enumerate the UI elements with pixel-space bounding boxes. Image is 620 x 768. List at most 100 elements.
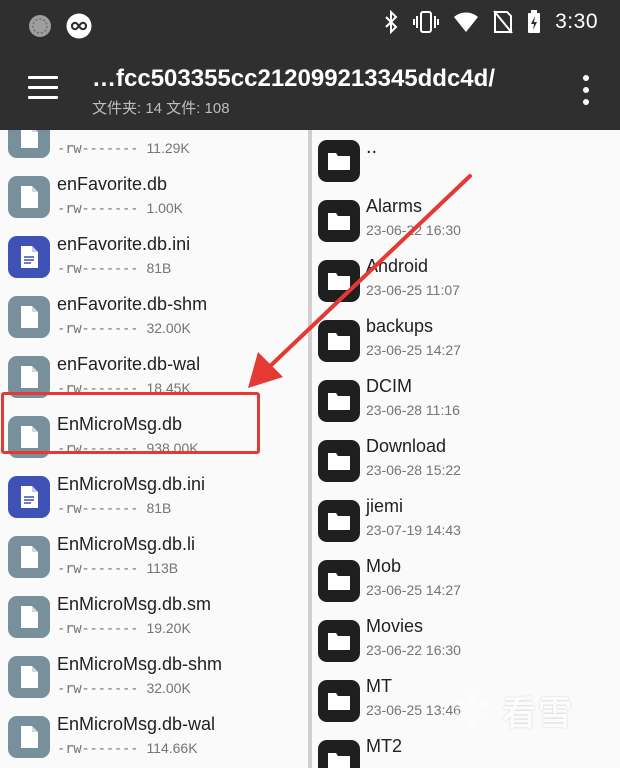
folder-name: Android	[366, 256, 429, 276]
list-item[interactable]: EnMicroMsg.db.ini -rw------- 81B	[0, 468, 308, 528]
folder-date: 23-06-25 14:27	[366, 582, 461, 598]
menu-icon[interactable]	[28, 76, 58, 100]
folder-item[interactable]: MT2	[312, 732, 620, 768]
folder-name: DCIM	[366, 376, 412, 396]
file-name: enFavorite.db	[57, 174, 168, 194]
folder-item[interactable]: jiemi 23-07-19 14:43	[312, 492, 620, 552]
file-name: enFavorite.db-wal	[57, 354, 201, 374]
folder-date: 23-06-28 11:16	[366, 402, 460, 418]
file-name: EnMicroMsg.db	[57, 414, 183, 434]
list-item-selected[interactable]: EnMicroMsg.db -rw------- 938.00K	[0, 408, 308, 468]
file-meta: -rw------- 81B	[57, 500, 172, 517]
folder-item[interactable]: DCIM 23-06-28 11:16	[312, 372, 620, 432]
more-options-icon[interactable]	[582, 75, 590, 105]
folder-date: 23-06-25 14:27	[366, 342, 461, 358]
folder-date: 23-06-22 16:30	[366, 642, 461, 658]
folder-icon	[318, 560, 360, 602]
file-name: EnMicroMsg.db.li	[57, 534, 196, 554]
folder-name: MT	[366, 676, 392, 696]
file-icon	[8, 296, 50, 338]
file-meta: -rw------- 81B	[57, 260, 172, 277]
folder-name: ..	[366, 136, 378, 158]
status-clock: 3:30	[555, 10, 598, 33]
file-icon	[8, 596, 50, 638]
file-icon	[8, 536, 50, 578]
file-name: enFavorite.db-shm	[57, 294, 208, 314]
battery-charging-icon	[528, 10, 541, 33]
folder-icon	[318, 380, 360, 422]
left-file-panel[interactable]: -rw------- 11.29K enFavorite.db -rw-----…	[0, 130, 308, 768]
folder-item[interactable]: Android 23-06-25 11:07	[312, 252, 620, 312]
file-meta: -rw------- 938.00K	[57, 440, 199, 457]
folder-icon	[318, 500, 360, 542]
list-item[interactable]: enFavorite.db.ini -rw------- 81B	[0, 228, 308, 288]
folder-icon	[318, 320, 360, 362]
folder-name: Mob	[366, 556, 402, 576]
folder-item[interactable]: backups 23-06-25 14:27	[312, 312, 620, 372]
file-icon	[8, 356, 50, 398]
folder-name: MT2	[366, 736, 402, 756]
app-bar: …fcc503355cc212099213345ddc4d/ 文件夹: 14 文…	[0, 52, 620, 130]
list-item[interactable]: -rw------- 11.29K	[0, 130, 308, 168]
file-name: EnMicroMsg.db.sm	[57, 594, 212, 614]
file-icon	[8, 130, 50, 158]
folder-item[interactable]: Mob 23-06-25 14:27	[312, 552, 620, 612]
list-item[interactable]: EnMicroMsg.db-wal -rw------- 114.66K	[0, 708, 308, 768]
file-icon	[8, 416, 50, 458]
bluetooth-icon	[385, 10, 398, 34]
file-icon	[8, 716, 50, 758]
folder-name: Movies	[366, 616, 424, 636]
folder-icon	[318, 620, 360, 662]
folder-icon	[318, 680, 360, 722]
folder-date: 23-07-19 14:43	[366, 522, 461, 538]
file-name: EnMicroMsg.db-shm	[57, 654, 223, 674]
text-file-icon	[8, 476, 50, 518]
folder-item[interactable]: Alarms 23-06-22 16:30	[312, 192, 620, 252]
list-item[interactable]: enFavorite.db-wal -rw------- 18.45K	[0, 348, 308, 408]
file-name: enFavorite.db.ini	[57, 234, 191, 254]
folder-item[interactable]: Download 23-06-28 15:22	[312, 432, 620, 492]
folder-icon	[318, 260, 360, 302]
folder-icon	[318, 740, 360, 768]
folder-name: backups	[366, 316, 434, 336]
file-meta: -rw------- 11.29K	[57, 140, 190, 157]
folder-icon	[318, 440, 360, 482]
folder-icon	[318, 200, 360, 242]
parent-directory-item[interactable]: ..	[312, 132, 620, 192]
file-meta: -rw------- 1.00K	[57, 200, 184, 217]
path-summary: 文件夹: 14 文件: 108	[92, 100, 230, 117]
wifi-icon	[454, 12, 479, 32]
folder-date: 23-06-22 16:30	[366, 222, 461, 238]
folder-name: jiemi	[366, 496, 404, 516]
list-item[interactable]: enFavorite.db-shm -rw------- 32.00K	[0, 288, 308, 348]
file-meta: -rw------- 32.00K	[57, 680, 191, 697]
no-sim-icon	[493, 10, 513, 34]
app-circle-icon	[29, 15, 51, 37]
folder-name: Download	[366, 436, 447, 456]
text-file-icon	[8, 236, 50, 278]
file-meta: -rw------- 114.66K	[57, 740, 198, 757]
folder-item[interactable]: MT 23-06-25 13:46	[312, 672, 620, 732]
list-item[interactable]: EnMicroMsg.db-shm -rw------- 32.00K	[0, 648, 308, 708]
right-folder-panel[interactable]: .. Alarms 23-06-22 16:30 Android 23-06-2…	[312, 130, 620, 768]
file-name: EnMicroMsg.db.ini	[57, 474, 206, 494]
folder-date: 23-06-25 11:07	[366, 282, 460, 298]
vibrate-icon	[413, 11, 440, 33]
file-name: EnMicroMsg.db-wal	[57, 714, 216, 734]
file-meta: -rw------- 113B	[57, 560, 179, 577]
infinity-app-icon	[66, 13, 92, 39]
list-item[interactable]: EnMicroMsg.db.sm -rw------- 19.20K	[0, 588, 308, 648]
folder-date: 23-06-28 15:22	[366, 462, 461, 478]
path-title: …fcc503355cc212099213345ddc4d/	[92, 65, 495, 92]
file-icon	[8, 656, 50, 698]
list-item[interactable]: EnMicroMsg.db.li -rw------- 113B	[0, 528, 308, 588]
file-meta: -rw------- 18.45K	[57, 380, 191, 397]
list-item[interactable]: enFavorite.db -rw------- 1.00K	[0, 168, 308, 228]
file-icon	[8, 176, 50, 218]
status-bar: 3:30	[0, 0, 620, 52]
file-meta: -rw------- 19.20K	[57, 620, 191, 637]
folder-date: 23-06-25 13:46	[366, 702, 461, 718]
folder-item[interactable]: Movies 23-06-22 16:30	[312, 612, 620, 672]
folder-icon	[318, 140, 360, 182]
folder-name: Alarms	[366, 196, 423, 216]
